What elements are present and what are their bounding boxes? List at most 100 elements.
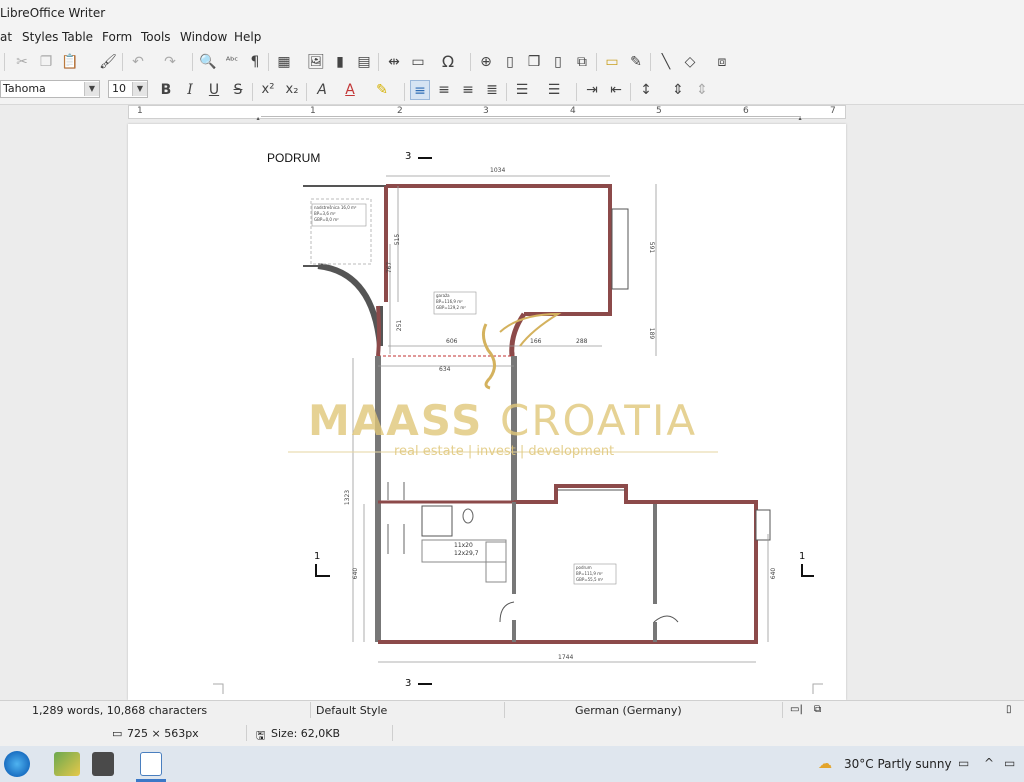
undo-icon[interactable]: ↶ [128,52,148,72]
line-spacing-icon[interactable]: ↕ [636,80,656,100]
writer-app-icon[interactable] [140,752,162,776]
status-bar: 1,289 words, 10,868 characters Default S… [0,700,1024,721]
menu-help[interactable]: Help [234,30,261,44]
plan-heading: PODRUM [267,151,321,165]
justify-icon[interactable]: ≣ [482,80,502,100]
increase-indent-icon[interactable]: ⇥ [582,80,602,100]
paragraph-spacing-icon[interactable]: ⇕ [668,80,688,100]
chevron-down-icon[interactable]: ▼ [84,82,99,96]
spelling-icon[interactable]: ᴬᵇᶜ [222,52,242,72]
network-icon[interactable]: ▭ [1004,756,1015,770]
endnote-icon[interactable]: ❒ [524,52,544,72]
dimensions-icon: ▭ [112,727,123,740]
font-size-value: 10 [112,82,126,95]
word-count[interactable]: 1,289 words, 10,868 characters [32,704,207,717]
track-changes-icon[interactable]: ✎ [626,52,646,72]
chevron-up-icon[interactable]: ^ [984,756,994,770]
highlight-icon[interactable]: ✎ [372,80,392,100]
font-name-value: Tahoma [3,82,46,95]
edge-browser-icon[interactable] [4,751,30,777]
weather-icon[interactable]: ☁ [818,756,832,772]
hyperlink-icon[interactable]: ⊕ [476,52,496,72]
insert-textbox-icon[interactable]: ▤ [354,52,374,72]
standard-toolbar: ✂ ❐ 📋 🖌 ↶ ↷ 🔍 ᴬᵇᶜ ¶ ▦ 🖼 ▮ ▤ ⇹ ▭ Ω ⊕ ▯ ❒ … [0,48,1024,76]
line-icon[interactable]: ╲ [656,52,676,72]
bullet-list-icon[interactable]: ☰ [512,80,532,100]
insert-chart-icon[interactable]: ▮ [330,52,350,72]
italic-icon[interactable]: I [180,80,200,100]
underline-icon[interactable]: U [204,80,224,100]
paint-app-icon[interactable] [54,752,80,776]
text-language[interactable]: German (Germany) [575,704,682,717]
file-size: Size: 62,0KB [271,727,341,740]
insert-field-icon[interactable]: ▭ [408,52,428,72]
calculator-icon[interactable] [92,752,114,776]
insert-mode-icon[interactable]: ▭| [790,704,803,715]
menu-format[interactable]: at [0,30,12,44]
ruler-number: 5 [656,106,662,116]
title-bar: LibreOffice Writer [0,0,1024,28]
watermark-tagline: real estate | invest | development [394,444,615,459]
page-style[interactable]: Default Style [316,704,387,717]
section-mark-left: 1 [314,551,321,562]
align-center-icon[interactable]: ≡ [434,80,454,100]
superscript-icon[interactable]: x² [258,80,278,100]
horizontal-ruler[interactable]: 1 1 2 3 4 5 6 7 ▲ ▲ [128,105,846,124]
menu-table[interactable]: Table [62,30,93,44]
dimension-label: 251 [396,319,404,332]
dimension-label: 640 [770,567,778,580]
clear-formatting-icon[interactable]: A [312,80,332,100]
single-page-view-icon[interactable]: ▯ [1006,704,1012,715]
menu-tools[interactable]: Tools [141,30,171,44]
cut-icon[interactable]: ✂ [12,52,32,72]
cross-reference-icon[interactable]: ⧉ [572,52,592,72]
bookmark-icon[interactable]: ▯ [548,52,568,72]
align-right-icon[interactable]: ≡ [458,80,478,100]
window-title: LibreOffice Writer [0,6,106,20]
footnote-icon[interactable]: ▯ [500,52,520,72]
document-page: PODRUM 3 3 1 1 1034 591 515 767 251 606 … [128,124,846,700]
paste-icon[interactable]: 📋 [60,52,80,72]
copy-icon[interactable]: ❐ [36,52,56,72]
clone-formatting-icon[interactable]: 🖌 [98,52,118,72]
font-color-icon[interactable]: A [340,80,360,100]
basic-shapes-icon[interactable]: ◇ [680,52,700,72]
redo-icon[interactable]: ↷ [160,52,180,72]
chevron-down-icon[interactable]: ▼ [132,82,147,96]
formatting-marks-icon[interactable]: ¶ [245,52,265,72]
image-info-bar: ▭ 725 × 563px 🖫 Size: 62,0KB [0,721,1024,746]
weather-text[interactable]: 30°C Partly sunny [844,757,952,771]
menu-window[interactable]: Window [180,30,227,44]
ruler-number: 6 [743,106,749,116]
dimension-label: 1034 [490,167,506,174]
page-break-icon[interactable]: ⇹ [384,52,404,72]
dimension-label: 166 [530,338,542,345]
ruler-number: 2 [397,106,403,116]
font-size-box[interactable]: 10 ▼ [108,80,148,98]
find-replace-icon[interactable]: 🔍 [198,52,218,72]
dimension-label: 640 [352,567,360,580]
section-mark-top: 3 [405,151,412,162]
align-left-icon[interactable]: ≡ [410,80,430,100]
comment-icon[interactable]: ▭ [602,52,622,72]
dimension-label: 767 [386,261,394,274]
bold-icon[interactable]: B [156,80,176,100]
insert-table-icon[interactable]: ▦ [274,52,294,72]
selection-mode-icon[interactable]: ⧉ [814,704,821,715]
menu-form[interactable]: Form [102,30,132,44]
font-name-box[interactable]: Tahoma ▼ [0,80,100,98]
draw-functions-icon[interactable]: ⧈ [712,52,732,72]
ruler-number: 4 [570,106,576,116]
menu-styles[interactable]: Styles [22,30,58,44]
notification-icon[interactable]: ▭ [958,756,969,770]
special-character-icon[interactable]: Ω [438,52,458,72]
subscript-icon[interactable]: x₂ [282,80,302,100]
spacing-decrease-icon[interactable]: ⇕ [692,80,712,100]
image-dimensions: 725 × 563px [127,727,199,740]
dimension-label: 606 [446,338,458,345]
numbered-list-icon[interactable]: ☰ [544,80,564,100]
insert-image-icon[interactable]: 🖼 [306,52,326,72]
dimension-label: 1323 [344,489,352,506]
strikethrough-icon[interactable]: S [228,80,248,100]
decrease-indent-icon[interactable]: ⇤ [606,80,626,100]
